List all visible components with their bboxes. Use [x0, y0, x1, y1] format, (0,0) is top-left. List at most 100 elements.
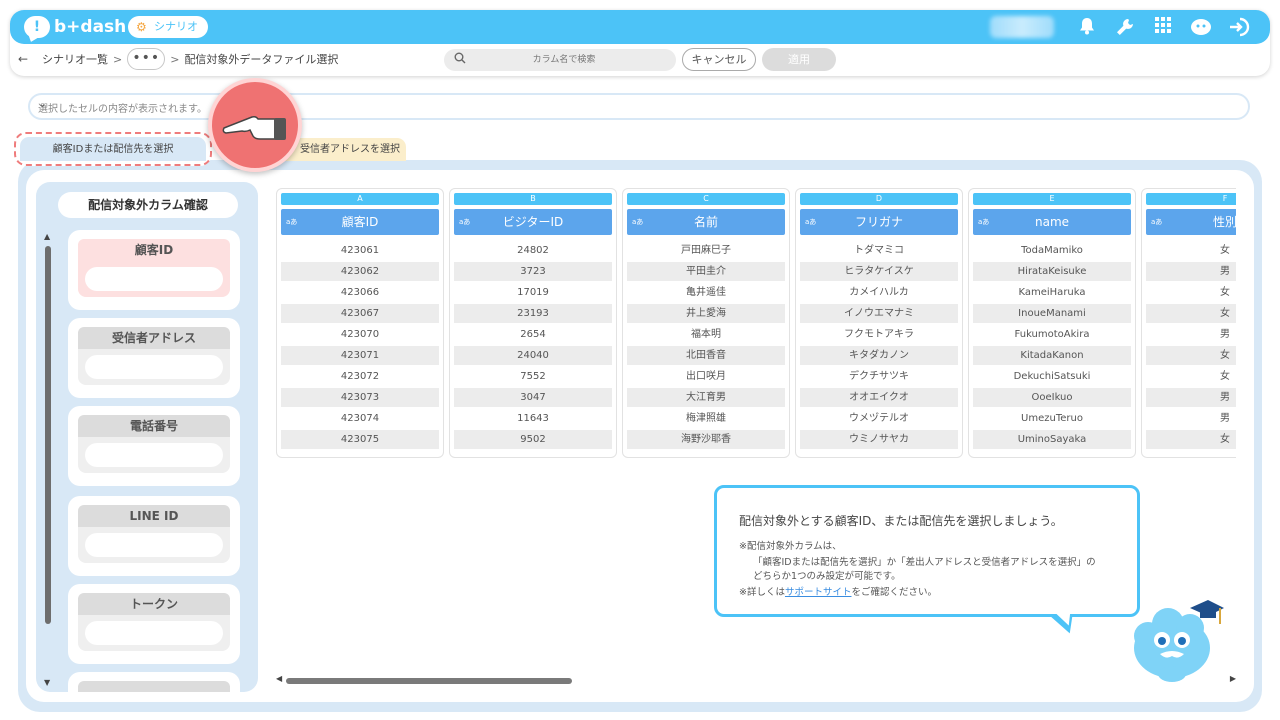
grid-column[interactable]: Baあ ビジターID 24802 3723 17019 23193 2654 24040 755… [449, 188, 617, 458]
grid-horizontal-scrollbar[interactable]: ◀ ▶ [276, 674, 1236, 688]
grid-cell[interactable]: 福本明 [627, 325, 785, 344]
grid-column[interactable]: Faあ 性別女男女女男女女男男女 [1141, 188, 1236, 458]
mapping-card-customer-id[interactable]: 顧客ID [68, 230, 240, 310]
grid-cell[interactable]: 423072 [281, 367, 439, 386]
column-letter[interactable]: F [1146, 193, 1236, 205]
user-account-blurred[interactable] [990, 16, 1054, 38]
grid-cell[interactable]: 男 [1146, 388, 1236, 407]
grid-cell[interactable]: キタダカノン [800, 346, 958, 365]
grid-cell[interactable]: 女 [1146, 367, 1236, 386]
bell-icon[interactable] [1076, 17, 1098, 39]
grid-cell[interactable]: 北田香音 [627, 346, 785, 365]
column-search[interactable] [444, 49, 676, 71]
grid-cell[interactable]: 423067 [281, 304, 439, 323]
column-letter[interactable]: A [281, 193, 439, 205]
grid-cell[interactable]: 423075 [281, 430, 439, 449]
grid-cell[interactable]: フクモトアキラ [800, 325, 958, 344]
grid-cell[interactable]: 女 [1146, 304, 1236, 323]
tab-customer-id-highlight[interactable]: 顧客IDまたは配信先を選択 [14, 132, 212, 166]
grid-cell[interactable]: UmezuTeruo [973, 409, 1131, 428]
grid-cell[interactable]: OoeIkuo [973, 388, 1131, 407]
mapping-card-line-id[interactable]: LINE ID [68, 496, 240, 576]
horizontal-scroll-thumb[interactable] [286, 678, 572, 684]
mapping-card-recipient-address[interactable]: 受信者アドレス [68, 318, 240, 398]
grid-cell[interactable]: 9502 [454, 430, 612, 449]
scenario-module-chip[interactable]: ⚙ シナリオ [128, 16, 208, 38]
cancel-button[interactable]: キャンセル [682, 48, 756, 71]
support-site-link[interactable]: サポートサイト [785, 587, 852, 598]
grid-cell[interactable]: ヒラタケイスケ [800, 262, 958, 281]
mapping-drop-slot[interactable] [85, 267, 223, 291]
mascot-help-icon[interactable] [1190, 17, 1212, 39]
grid-cell[interactable]: 亀井遥佳 [627, 283, 785, 302]
scroll-down-arrow-icon[interactable]: ▼ [44, 678, 50, 687]
column-search-input[interactable] [474, 49, 654, 71]
app-logo[interactable]: ! b+dash [24, 15, 126, 39]
mapping-drop-slot[interactable] [85, 621, 223, 645]
grid-column[interactable]: Caあ 名前 戸田麻巳子 平田圭介 亀井遥佳 井上愛海 福本明 北田香音 出口咲月 大江育男 梅津照… [622, 188, 790, 458]
grid-cell[interactable]: 423073 [281, 388, 439, 407]
breadcrumb-root[interactable]: シナリオ一覧 [42, 51, 108, 67]
grid-cell[interactable]: 423074 [281, 409, 439, 428]
grid-cell[interactable]: InoueManami [973, 304, 1131, 323]
wrench-icon[interactable] [1114, 17, 1136, 39]
column-header[interactable]: aあ フリガナ [800, 209, 958, 235]
mapping-card-partial[interactable] [68, 672, 240, 692]
grid-cell[interactable]: 大江育男 [627, 388, 785, 407]
apply-button[interactable]: 適用 [762, 48, 836, 71]
grid-cell[interactable]: トダマミコ [800, 241, 958, 260]
sidebar-scrollbar[interactable]: ▲ ▼ [44, 232, 52, 692]
grid-cell[interactable]: 戸田麻巳子 [627, 241, 785, 260]
grid-cell[interactable]: 男 [1146, 262, 1236, 281]
grid-cell[interactable]: 11643 [454, 409, 612, 428]
grid-cell[interactable]: 23193 [454, 304, 612, 323]
grid-cell[interactable]: 平田圭介 [627, 262, 785, 281]
grid-cell[interactable]: 423071 [281, 346, 439, 365]
grid-cell[interactable]: 423066 [281, 283, 439, 302]
column-header[interactable]: aあ 名前 [627, 209, 785, 235]
column-letter[interactable]: E [973, 193, 1131, 205]
grid-cell[interactable]: HirataKeisuke [973, 262, 1131, 281]
column-header[interactable]: aあ ビジターID [454, 209, 612, 235]
grid-cell[interactable]: 海野沙耶香 [627, 430, 785, 449]
grid-cell[interactable]: 女 [1146, 346, 1236, 365]
grid-cell[interactable]: デクチサツキ [800, 367, 958, 386]
grid-cell[interactable]: TodaMamiko [973, 241, 1131, 260]
grid-cell[interactable]: 423061 [281, 241, 439, 260]
breadcrumb-more-button[interactable]: ••• [127, 48, 166, 70]
column-header[interactable]: aあ 顧客ID [281, 209, 439, 235]
grid-cell[interactable]: FukumotoAkira [973, 325, 1131, 344]
grid-cell[interactable]: 梅津照雄 [627, 409, 785, 428]
mapping-card-phone[interactable]: 電話番号 [68, 406, 240, 486]
grid-cell[interactable]: 井上愛海 [627, 304, 785, 323]
grid-cell[interactable]: 423062 [281, 262, 439, 281]
grid-cell[interactable]: カメイハルカ [800, 283, 958, 302]
grid-column[interactable]: Daあ フリガナトダマミコヒラタケイスケ カメイハルカ イノウエマナミ フクモトアキラキ… [795, 188, 963, 458]
scroll-thumb[interactable] [45, 246, 51, 624]
scroll-up-arrow-icon[interactable]: ▲ [44, 232, 50, 241]
grid-cell[interactable]: DekuchiSatsuki [973, 367, 1131, 386]
grid-cell[interactable]: イノウエマナミ [800, 304, 958, 323]
grid-cell[interactable]: 3723 [454, 262, 612, 281]
scroll-right-arrow-icon[interactable]: ▶ [1230, 674, 1236, 683]
mapping-drop-slot[interactable] [85, 355, 223, 379]
grid-cell[interactable]: 24040 [454, 346, 612, 365]
grid-cell[interactable]: 女 [1146, 430, 1236, 449]
grid-cell[interactable]: 24802 [454, 241, 612, 260]
grid-cell[interactable]: KameiHaruka [973, 283, 1131, 302]
mapping-card-token[interactable]: トークン [68, 584, 240, 664]
grid-cell[interactable]: UminoSayaka [973, 430, 1131, 449]
grid-cell[interactable]: 男 [1146, 409, 1236, 428]
column-header[interactable]: aあ name [973, 209, 1131, 235]
grid-cell[interactable]: 女 [1146, 241, 1236, 260]
tab-recipient-address[interactable]: 受信者アドレスを選択 [282, 138, 406, 161]
scroll-left-arrow-icon[interactable]: ◀ [276, 674, 282, 683]
column-header[interactable]: aあ 性別 [1146, 209, 1236, 235]
grid-cell[interactable]: 17019 [454, 283, 612, 302]
column-letter[interactable]: B [454, 193, 612, 205]
column-letter[interactable]: C [627, 193, 785, 205]
grid-cell[interactable]: オオエイクオ [800, 388, 958, 407]
grid-cell[interactable]: ウミノサヤカ [800, 430, 958, 449]
column-letter[interactable]: D [800, 193, 958, 205]
grid-cell[interactable]: 3047 [454, 388, 612, 407]
